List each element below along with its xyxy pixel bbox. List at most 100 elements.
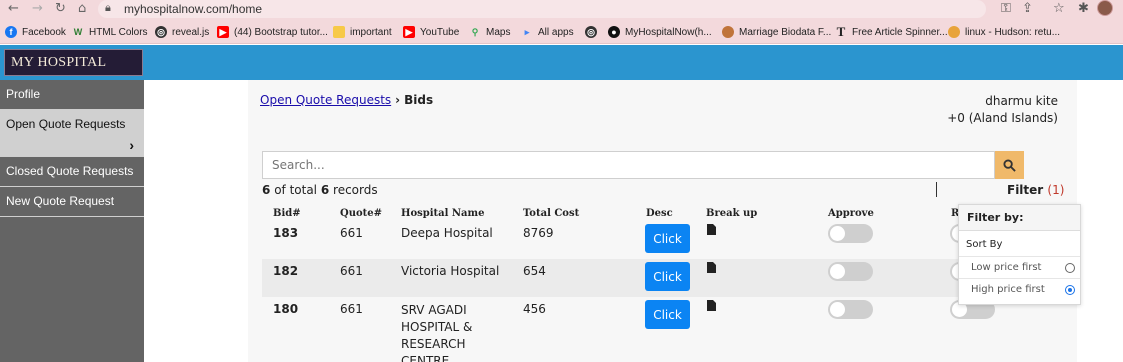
bookmark-important[interactable]: important — [333, 24, 392, 40]
filter-popover-title: Filter by: — [959, 205, 1080, 231]
globe-icon: ◎ — [155, 26, 167, 38]
filter-toggle[interactable]: Filter (1) — [1007, 183, 1064, 197]
sort-option-low-price[interactable]: Low price first — [959, 256, 1080, 278]
bookmark-facebook[interactable]: f Facebook — [5, 24, 66, 40]
breadcrumb-current: Bids — [404, 93, 434, 107]
home-icon[interactable]: ⌂ — [78, 1, 86, 17]
approve-toggle[interactable] — [828, 224, 873, 243]
bookmark-marriage-biodata[interactable]: Marriage Biodata F... — [722, 24, 831, 40]
back-icon[interactable]: ← — [8, 1, 19, 17]
bookmark-youtube[interactable]: ▶ YouTube — [403, 24, 459, 40]
search-input[interactable] — [263, 152, 994, 178]
col-hospital-name[interactable]: Hospital Name — [401, 208, 484, 219]
breadcrumb-open-quote-requests[interactable]: Open Quote Requests — [260, 93, 391, 107]
person-icon — [948, 26, 960, 38]
star-icon[interactable]: ☆ — [1053, 1, 1065, 17]
radio-low-price[interactable] — [1065, 263, 1075, 273]
folder-icon — [333, 26, 345, 38]
sort-by-label: Sort By — [966, 239, 1003, 250]
bookmark-label: (44) Bootstrap tutor... — [234, 26, 328, 38]
cell-quote: 661 — [340, 226, 363, 240]
cell-bid: 183 — [273, 226, 299, 240]
site-logo[interactable]: MY HOSPITAL NOW — [4, 49, 143, 95]
chevron-right-icon: › — [129, 137, 134, 153]
lock-icon[interactable]: 🔒︎ — [105, 1, 111, 15]
divider — [936, 182, 937, 197]
sidebar-item-new-quote-request[interactable]: New Quote Request — [0, 187, 144, 217]
desc-click-button[interactable]: Click — [645, 224, 690, 253]
bookmark-bootstrap[interactable]: ▶ (44) Bootstrap tutor... — [217, 24, 328, 40]
app-header — [0, 45, 1123, 80]
desc-click-button[interactable]: Click — [645, 262, 690, 291]
records-shown: 6 — [262, 183, 271, 197]
approve-toggle[interactable] — [828, 300, 873, 319]
col-quote[interactable]: Quote# — [340, 208, 382, 219]
filter-label: Filter — [1007, 183, 1044, 197]
sidebar-item-profile[interactable]: Profile — [0, 80, 144, 110]
person-icon — [722, 26, 734, 38]
url-text[interactable]: myhospitalnow.com/home — [124, 1, 262, 17]
approve-toggle[interactable] — [828, 262, 873, 281]
sort-option-high-price[interactable]: High price first — [959, 278, 1080, 300]
bookmark-globe[interactable]: ◎ — [585, 24, 602, 40]
table-row: 180 661 SRV AGADI HOSPITAL & RESEARCH CE… — [262, 297, 1022, 362]
cell-bid: 182 — [273, 264, 299, 278]
bookmark-maps[interactable]: ⚲ Maps — [469, 24, 511, 40]
bookmark-all-apps[interactable]: ▸ All apps — [521, 24, 574, 40]
document-icon[interactable] — [707, 224, 716, 235]
col-desc[interactable]: Desc — [646, 208, 673, 219]
filter-count-badge: (1) — [1047, 183, 1065, 197]
records-of-total: of total — [274, 183, 318, 197]
cell-quote: 661 — [340, 264, 363, 278]
col-break-up[interactable]: Break up — [706, 208, 757, 219]
search-icon — [1003, 158, 1016, 172]
document-icon[interactable] — [707, 262, 716, 273]
bookmark-label: important — [350, 26, 392, 38]
desc-click-button[interactable]: Click — [645, 300, 690, 329]
table-row: 183 661 Deepa Hospital 8769 Click — [262, 221, 1022, 259]
sidebar-item-open-quote-requests[interactable]: Open Quote Requests › — [0, 110, 144, 157]
bookmark-label: reveal.js — [172, 26, 210, 38]
sort-option-label: High price first — [971, 284, 1045, 295]
bookmark-label: YouTube — [420, 26, 460, 38]
radio-high-price[interactable] — [1065, 285, 1075, 295]
bookmark-label: Marriage Biodata F... — [739, 26, 832, 38]
records-total: 6 — [320, 183, 330, 197]
search-box — [262, 151, 995, 179]
bookmark-revealjs[interactable]: ◎ reveal.js — [155, 24, 209, 40]
github-icon: ● — [608, 26, 620, 38]
maps-icon: ⚲ — [471, 27, 479, 37]
bookmark-label: All apps — [538, 26, 574, 38]
document-icon[interactable] — [707, 300, 716, 311]
share-icon[interactable]: ⇪ — [1022, 1, 1033, 17]
forward-icon[interactable]: → — [32, 1, 43, 17]
filter-popover: Filter by: Sort By Low price first High … — [958, 204, 1081, 305]
cell-total-cost: 8769 — [523, 226, 554, 240]
key-icon[interactable]: ⚿ — [1001, 1, 1011, 17]
extensions-icon[interactable]: ✱ — [1078, 1, 1089, 17]
bookmarks-bar: f Facebook W HTML Colors ◎ reveal.js ▶ (… — [0, 20, 1123, 44]
col-total-cost[interactable]: Total Cost — [523, 208, 579, 219]
sidebar: Profile Open Quote Requests › Closed Quo… — [0, 80, 144, 362]
table-header: Bid# Quote# Hospital Name Total Cost Des… — [262, 208, 1022, 222]
col-approve[interactable]: Approve — [828, 208, 874, 219]
bookmark-html-colors[interactable]: W HTML Colors — [72, 24, 148, 40]
table-row: 182 661 Victoria Hospital 654 Click — [262, 259, 1022, 297]
cell-bid: 180 — [273, 302, 299, 316]
reload-icon[interactable]: ↻ — [55, 1, 66, 17]
browser-toolbar: ← → ↻ ⌂ 🔒︎ myhospitalnow.com/home ⚿ ⇪ ☆ … — [0, 0, 1123, 20]
cell-hospital: Deepa Hospital — [401, 226, 493, 240]
profile-avatar[interactable] — [1097, 0, 1113, 16]
bookmark-linux-hudson[interactable]: linux - Hudson: retu... — [948, 24, 1060, 40]
user-name: dharmu kite — [985, 94, 1058, 108]
youtube-icon: ▶ — [403, 26, 415, 38]
bookmark-myhospitalnow[interactable]: ● MyHospitalNow(h... — [608, 24, 712, 40]
sidebar-item-closed-quote-requests[interactable]: Closed Quote Requests — [0, 157, 144, 187]
col-bid[interactable]: Bid# — [273, 208, 301, 219]
apps-icon: ▸ — [524, 27, 530, 37]
bookmark-label: HTML Colors — [89, 26, 148, 38]
cell-hospital: SRV AGADI HOSPITAL & RESEARCH CENTRE — [401, 302, 472, 362]
bookmark-article-spinner[interactable]: T Free Article Spinner... — [835, 24, 948, 40]
globe-icon: ◎ — [585, 26, 597, 38]
search-button[interactable] — [995, 151, 1024, 179]
